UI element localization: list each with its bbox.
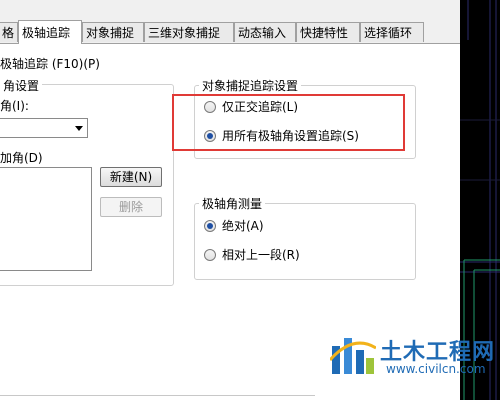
annotation-highlight-box: [172, 94, 405, 151]
polar-enable-label[interactable]: 极轴追踪 (F10)(P): [0, 55, 100, 72]
increment-angle-dropdown[interactable]: [0, 118, 88, 138]
delete-angle-button[interactable]: 删除: [100, 197, 162, 217]
tab-quick-properties[interactable]: 快捷特性: [296, 22, 360, 42]
dialog-top-strip: [0, 0, 460, 20]
watermark-url: www.civilcn.com: [386, 362, 486, 376]
relative-label[interactable]: 相对上一段(R): [222, 246, 300, 263]
radio-selected-dot: [207, 223, 213, 229]
absolute-label[interactable]: 绝对(A): [222, 217, 264, 234]
polar-measurement-title: 极轴角测量: [199, 195, 266, 212]
polar-measurement-group: [194, 203, 416, 280]
chevron-down-icon: [75, 126, 83, 131]
new-angle-button[interactable]: 新建(N): [100, 167, 162, 187]
civilcn-logo-icon: [330, 338, 376, 374]
relative-radio[interactable]: [204, 249, 216, 261]
tab-strip: 格 极轴追踪 对象捕捉 三维对象捕捉 动态输入 快捷特性 选择循环: [0, 20, 460, 44]
tab-selection-cycling[interactable]: 选择循环: [360, 22, 424, 42]
absolute-radio[interactable]: [204, 220, 216, 232]
increment-angle-label: 角(I):: [0, 99, 29, 113]
osnap-tracking-title: 对象捕捉追踪设置: [199, 77, 302, 94]
tab-object-snap[interactable]: 对象捕捉: [82, 22, 144, 42]
additional-angles-list[interactable]: [0, 167, 92, 271]
tab-grid[interactable]: 格: [0, 22, 18, 42]
tab-3d-object-snap[interactable]: 三维对象捕捉: [144, 22, 234, 42]
tab-dynamic-input[interactable]: 动态输入: [234, 22, 296, 42]
dialog-bottom-divider: [0, 395, 315, 396]
angle-settings-title: 角设置: [0, 77, 43, 94]
additional-angles-label[interactable]: 加角(D): [0, 149, 43, 166]
tab-polar-tracking[interactable]: 极轴追踪: [18, 20, 82, 44]
